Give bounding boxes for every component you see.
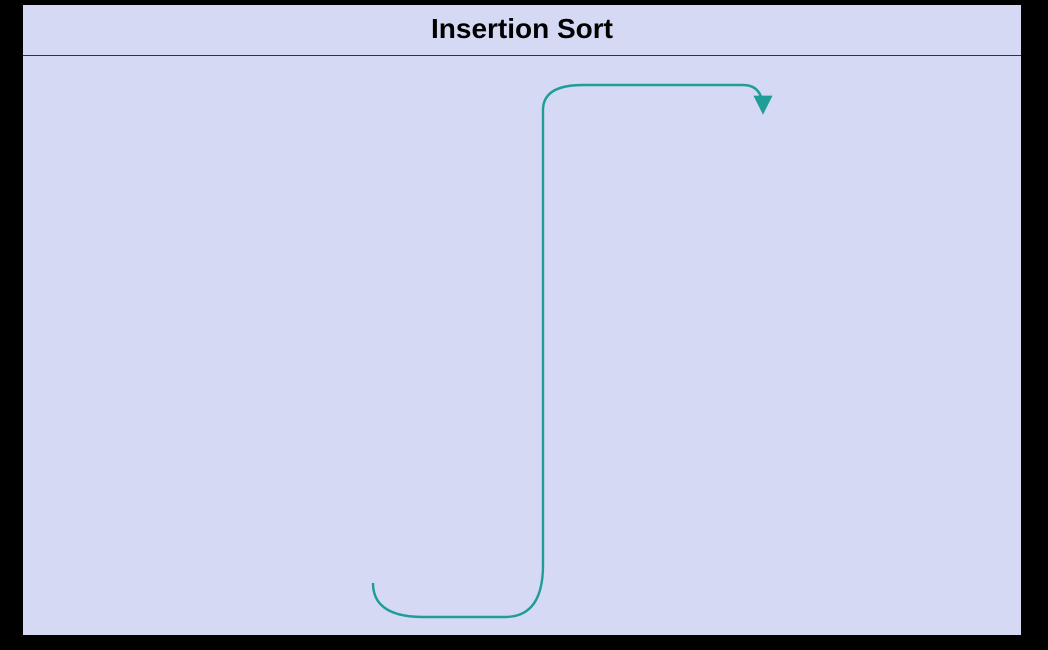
canvas: Insertion Sort [0,0,1048,650]
diagram-panel: Insertion Sort [22,4,1022,636]
column-connector-arrow [23,5,1023,637]
diagram-title: Insertion Sort [23,5,1021,56]
columns [23,56,1021,78]
